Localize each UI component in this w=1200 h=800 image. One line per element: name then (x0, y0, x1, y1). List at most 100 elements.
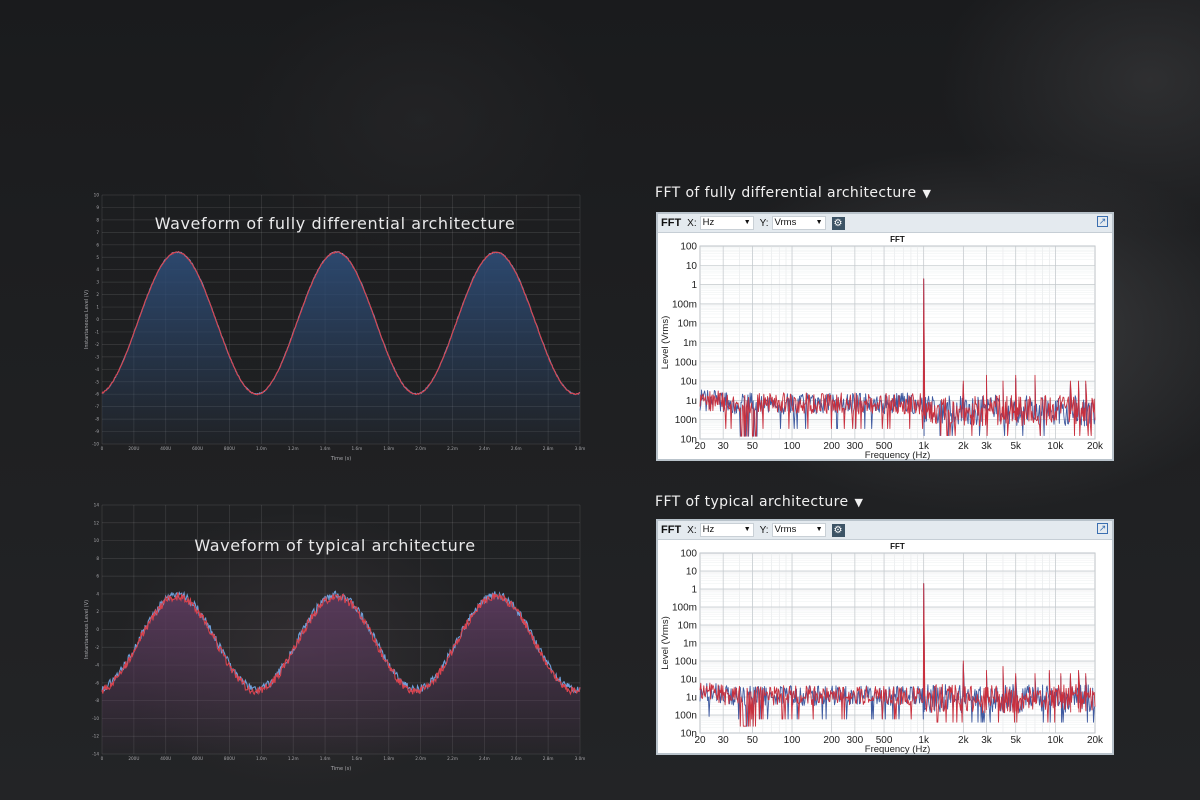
gear-icon[interactable]: ⚙ (831, 523, 845, 537)
x-tick-label: 50 (747, 735, 759, 746)
x-tick-label: 2k (958, 735, 970, 746)
x-tick-label: 300 (847, 441, 864, 452)
y-tick-label: 5 (96, 255, 99, 260)
y-tick-label: 10n (680, 435, 697, 446)
fft-fully-differential-svg: 20 30 50 100 200 300 500 1k 2k 3k 5k 10k 20k10010110… (660, 235, 1104, 460)
fft-fully-differential-heading-text: FFT of fully differential architecture (655, 185, 917, 201)
y-tick-label: -4 (95, 367, 100, 372)
x-tick-label: 2.8m (543, 446, 554, 451)
x-tick-label: 1.6m (352, 756, 363, 761)
x-tick-label: 1.0m (256, 446, 267, 451)
y-tick-label: 0 (96, 317, 99, 322)
gear-icon[interactable]: ⚙ (831, 216, 845, 230)
y-tick-label: 100n (675, 711, 697, 722)
y-tick-label: 10 (686, 567, 698, 578)
dropdown-triangle-icon[interactable]: ▼ (854, 496, 863, 509)
fft-typical-heading[interactable]: FFT of typical architecture ▼ (655, 494, 863, 510)
x-tick-label: 1.6m (352, 446, 363, 451)
y-tick-label: -5 (95, 379, 100, 384)
y-axis-label: Instantaneous Level (V) (84, 290, 90, 349)
chevron-down-icon: ▼ (743, 526, 751, 533)
x-tick-label: 200U (128, 756, 139, 761)
y-tick-label: 8 (96, 556, 99, 561)
x-tick-label: 200 (823, 441, 840, 452)
fft-fully-differential-panel: FFT X: Hz ▼ Y: Vrms ▼ ⚙ ↗ 20 30 50 100 200 300 5… (656, 212, 1114, 461)
waveform-fully-differential-svg: 0 200U 400U 600U 800U 1.0m 1.2m 1.4m 1.6m 1.8m 2.0… (84, 193, 586, 463)
x-tick-label: 0 (101, 446, 104, 451)
y-unit-select[interactable]: Vrms ▼ (771, 523, 826, 537)
x-tick-label: 2.8m (543, 756, 554, 761)
x-unit-select[interactable]: Hz ▼ (699, 216, 754, 230)
y-tick-label: 4 (96, 267, 99, 272)
x-tick-label: 2.0m (415, 446, 426, 451)
expand-icon[interactable]: ↗ (1097, 216, 1108, 227)
chevron-down-icon: ▼ (815, 219, 823, 226)
fft-toolbar: FFT X: Hz ▼ Y: Vrms ▼ ⚙ ↗ (658, 521, 1112, 540)
y-tick-label: -1 (95, 329, 100, 334)
x-tick-label: 3.0m (575, 756, 586, 761)
y-tick-label: 1 (691, 585, 697, 596)
y-tick-label: 100m (672, 299, 697, 310)
y-unit-value: Vrms (774, 524, 797, 535)
y-tick-label: 10u (680, 675, 697, 686)
y-tick-label: -2 (95, 342, 100, 347)
x-tick-label: 10k (1047, 441, 1064, 452)
x-tick-label: 2.4m (479, 756, 490, 761)
y-tick-label: 10 (94, 538, 100, 543)
x-tick-label: 800U (224, 756, 235, 761)
y-tick-label: -8 (95, 417, 100, 422)
y-tick-label: -6 (95, 392, 100, 397)
x-axis-label: Time (s) (330, 456, 351, 462)
x-tick-label: 400U (160, 756, 171, 761)
x-unit-label: X: (687, 524, 697, 536)
x-tick-label: 3k (981, 441, 993, 452)
x-tick-label: 3k (981, 735, 993, 746)
x-tick-label: 200 (823, 735, 840, 746)
x-tick-label: 3.0m (575, 446, 586, 451)
y-tick-label: -6 (95, 680, 100, 685)
x-tick-label: 30 (718, 735, 730, 746)
x-tick-label: 50 (747, 441, 759, 452)
expand-icon[interactable]: ↗ (1097, 523, 1108, 534)
y-tick-label: 100 (680, 549, 697, 560)
y-tick-label: -3 (95, 354, 100, 359)
y-tick-label: -12 (92, 734, 99, 739)
dropdown-triangle-icon[interactable]: ▼ (923, 187, 932, 200)
x-tick-label: 2.4m (479, 446, 490, 451)
x-tick-label: 1.2m (288, 446, 299, 451)
y-tick-label: 4 (96, 591, 99, 596)
x-tick-label: 100 (784, 735, 801, 746)
waveform-area-fill (102, 251, 580, 444)
x-tick-label: 5k (1010, 735, 1022, 746)
y-tick-label: 100m (672, 603, 697, 614)
x-tick-label: 800U (224, 446, 235, 451)
x-tick-label: 2.2m (447, 756, 458, 761)
x-tick-label: 2.6m (511, 446, 522, 451)
y-tick-label: 10 (686, 261, 698, 272)
x-tick-label: 30 (718, 441, 730, 452)
y-tick-label: 100n (675, 415, 697, 426)
y-tick-label: 9 (96, 205, 99, 210)
y-tick-label: -8 (95, 698, 100, 703)
x-tick-label: 600U (192, 446, 203, 451)
waveform-typical-svg: 0 200U 400U 600U 800U 1.0m 1.2m 1.4m 1.6m 1.8m 2.0… (84, 503, 586, 773)
y-tick-label: -7 (95, 404, 100, 409)
y-unit-select[interactable]: Vrms ▼ (771, 216, 826, 230)
y-tick-label: 0 (96, 627, 99, 632)
fft-typical-heading-text: FFT of typical architecture (655, 494, 849, 510)
y-tick-label: 6 (96, 574, 99, 579)
x-unit-select[interactable]: Hz ▼ (699, 523, 754, 537)
x-tick-label: 2.6m (511, 756, 522, 761)
fft-typical-svg: 20 30 50 100 200 300 500 1k 2k 3k 5k 10k 20k10010110… (660, 542, 1104, 754)
y-tick-label: 14 (94, 503, 100, 508)
fft-fully-differential-heading[interactable]: FFT of fully differential architecture ▼ (655, 185, 931, 201)
x-tick-label: 0 (101, 756, 104, 761)
y-tick-label: 1m (683, 338, 697, 349)
y-tick-label: 1u (686, 396, 697, 407)
y-tick-label: 7 (96, 230, 99, 235)
x-unit-value: Hz (702, 217, 715, 228)
x-tick-label: 20k (1087, 441, 1104, 452)
x-tick-label: 100 (784, 441, 801, 452)
y-tick-label: 10u (680, 377, 697, 388)
y-tick-label: -2 (95, 645, 100, 650)
